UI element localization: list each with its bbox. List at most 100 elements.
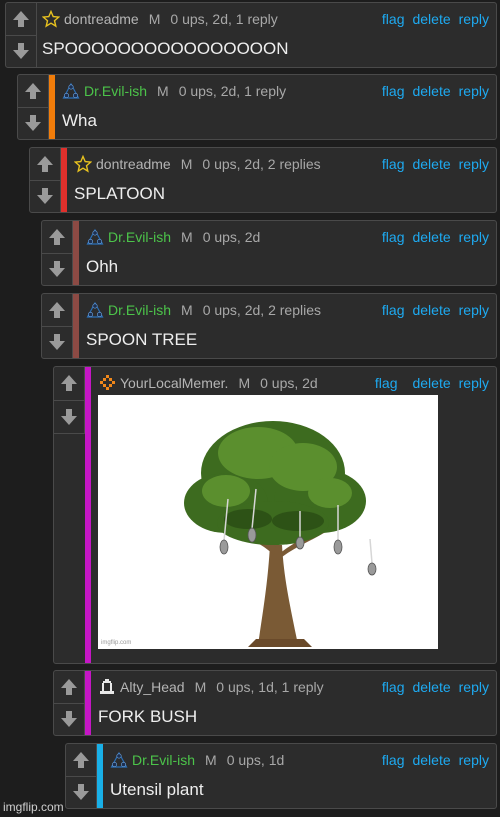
upvote-button[interactable]: [18, 75, 48, 107]
reply-link[interactable]: reply: [459, 679, 489, 695]
reply-link[interactable]: reply: [459, 83, 489, 99]
flag-link[interactable]: flag: [375, 375, 398, 391]
arrow-up-icon: [49, 228, 65, 245]
thread-depth-bar: [85, 671, 91, 735]
downvote-button[interactable]: [66, 775, 96, 809]
flag-link[interactable]: flag: [382, 679, 405, 695]
delete-link[interactable]: delete: [412, 302, 450, 318]
thread-depth-bar: [49, 75, 55, 139]
image-watermark: imgflip.com: [101, 640, 132, 646]
site-watermark: imgflip.com: [3, 800, 64, 814]
downvote-button[interactable]: [6, 34, 36, 68]
comment-stats: 0 ups, 2d, 1 reply: [178, 83, 287, 99]
arrow-down-icon: [61, 408, 77, 425]
delete-link[interactable]: delete: [412, 679, 450, 695]
comment-stats: 0 ups, 2d: [202, 229, 261, 245]
comment: Dr.Evil-ish M 0 ups, 2d, 2 replies flag …: [41, 293, 497, 359]
arrow-down-icon: [49, 334, 65, 351]
reply-link[interactable]: reply: [459, 375, 489, 391]
comment-meta: Dr.Evil-ish M 0 ups, 2d, 1 reply flag de…: [62, 81, 496, 101]
arrow-up-icon: [25, 82, 41, 99]
pixel-diamond-icon: [98, 374, 116, 392]
username[interactable]: dontreadme: [96, 156, 171, 172]
username[interactable]: dontreadme: [64, 11, 139, 27]
reply-link[interactable]: reply: [459, 302, 489, 318]
mod-badge: M: [238, 375, 251, 391]
arrow-up-icon: [61, 375, 77, 392]
delete-link[interactable]: delete: [412, 752, 450, 768]
reply-link[interactable]: reply: [459, 752, 489, 768]
comment-stats: 0 ups, 1d: [226, 752, 285, 768]
comment-stats: 0 ups, 2d, 1 reply: [170, 11, 278, 27]
triangle-stars-icon: [110, 751, 128, 769]
mod-badge: M: [180, 156, 193, 172]
arrow-down-icon: [49, 261, 65, 278]
downvote-button[interactable]: [30, 179, 60, 213]
delete-link[interactable]: delete: [412, 375, 450, 391]
comment-text: Ohh: [86, 257, 119, 276]
mod-badge: M: [181, 302, 193, 318]
comment-meta: dontreadme M 0 ups, 2d, 2 replies flag d…: [73, 154, 496, 174]
arrow-up-icon: [49, 301, 65, 318]
upvote-button[interactable]: [30, 148, 60, 180]
downvote-button[interactable]: [42, 252, 72, 286]
comment-text: SPOOOOOOOOOOOOOOOON: [42, 39, 289, 58]
comment: Dr.Evil-ish M 0 ups, 1d flag delete repl…: [65, 743, 497, 809]
flag-link[interactable]: flag: [382, 156, 405, 172]
reply-link[interactable]: reply: [459, 229, 489, 245]
thread-depth-bar: [97, 744, 103, 808]
comment-meta: Dr.Evil-ish M 0 ups, 1d flag delete repl…: [110, 750, 496, 770]
comment-text: Wha: [62, 111, 97, 130]
username[interactable]: YourLocalMemer.: [120, 375, 228, 391]
comment-stats: 0 ups, 2d: [260, 375, 318, 391]
comment: dontreadme M 0 ups, 2d, 1 reply flag del…: [5, 2, 497, 68]
comment-meta: Alty_Head M 0 ups, 1d, 1 reply flag dele…: [98, 677, 496, 697]
vote-controls: [42, 221, 73, 285]
mod-badge: M: [205, 752, 217, 768]
vote-controls: [54, 671, 85, 735]
username[interactable]: Dr.Evil-ish: [132, 752, 195, 768]
flag-link[interactable]: flag: [382, 11, 405, 27]
downvote-button[interactable]: [18, 106, 48, 140]
comment-text: Utensil plant: [110, 780, 204, 799]
comment-text: SPLATOON: [74, 184, 166, 203]
delete-link[interactable]: delete: [412, 11, 450, 27]
comment: Dr.Evil-ish M 0 ups, 2d flag delete repl…: [41, 220, 497, 286]
downvote-button[interactable]: [54, 399, 84, 434]
delete-link[interactable]: delete: [412, 83, 450, 99]
arrow-down-icon: [25, 115, 41, 132]
upvote-button[interactable]: [54, 671, 84, 703]
upvote-button[interactable]: [42, 294, 72, 326]
upvote-button[interactable]: [54, 367, 84, 400]
flag-link[interactable]: flag: [382, 752, 405, 768]
comment-image[interactable]: imgflip.com: [98, 395, 438, 649]
delete-link[interactable]: delete: [412, 156, 450, 172]
username[interactable]: Dr.Evil-ish: [108, 302, 171, 318]
flag-link[interactable]: flag: [382, 229, 405, 245]
spoon-tree-illustration: [184, 421, 377, 647]
reply-link[interactable]: reply: [459, 156, 489, 172]
comment: YourLocalMemer. M 0 ups, 2d flag delete …: [53, 366, 497, 664]
triangle-stars-icon: [86, 228, 104, 246]
username[interactable]: Dr.Evil-ish: [84, 83, 147, 99]
comment-text: SPOON TREE: [86, 330, 198, 349]
downvote-button[interactable]: [54, 702, 84, 736]
flag-link[interactable]: flag: [382, 83, 405, 99]
username[interactable]: Dr.Evil-ish: [108, 229, 171, 245]
upvote-button[interactable]: [42, 221, 72, 253]
vote-controls: [18, 75, 49, 139]
vote-controls: [6, 3, 37, 67]
comment-stats: 0 ups, 2d, 2 replies: [202, 156, 321, 172]
upvote-button[interactable]: [66, 744, 96, 776]
flag-link[interactable]: flag: [382, 302, 405, 318]
reply-link[interactable]: reply: [459, 11, 489, 27]
vote-controls: [42, 294, 73, 358]
arrow-down-icon: [73, 784, 89, 801]
mod-badge: M: [157, 83, 169, 99]
upvote-button[interactable]: [6, 3, 36, 35]
username[interactable]: Alty_Head: [120, 679, 185, 695]
thread-depth-bar: [73, 221, 79, 285]
delete-link[interactable]: delete: [412, 229, 450, 245]
downvote-button[interactable]: [42, 325, 72, 359]
arrow-down-icon: [13, 43, 29, 60]
